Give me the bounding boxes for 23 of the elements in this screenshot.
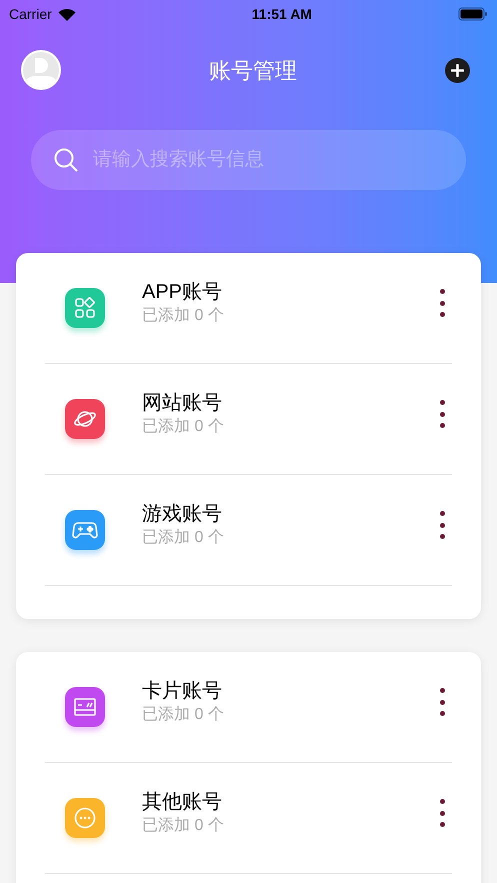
account-count: 已添加 0 个	[142, 816, 225, 836]
account-count: 已添加 0 个	[142, 704, 225, 725]
grid-icon	[74, 297, 96, 319]
account-count: 已添加 0 个	[142, 416, 225, 437]
page-title: 账号管理	[209, 56, 297, 84]
search-icon	[53, 147, 79, 173]
plus-icon	[451, 64, 464, 76]
gamepad-icon	[72, 520, 98, 540]
account-count: 已添加 0 个	[142, 306, 225, 326]
account-name: 游戏账号	[142, 502, 223, 527]
add-button[interactable]	[445, 58, 470, 82]
account-name: 卡片账号	[142, 679, 223, 704]
account-count: 已添加 0 个	[142, 528, 225, 548]
avatar[interactable]	[21, 50, 61, 90]
more-circle-icon	[73, 806, 97, 830]
account-name: 其他账号	[142, 790, 223, 815]
wifi-icon	[58, 8, 76, 20]
battery-icon	[458, 7, 488, 21]
account-name: 网站账号	[142, 391, 223, 416]
card-icon	[73, 697, 97, 717]
carrier-label: Carrier	[9, 4, 52, 24]
status-time: 11:51 AM	[252, 4, 312, 24]
account-name: APP账号	[142, 280, 224, 305]
